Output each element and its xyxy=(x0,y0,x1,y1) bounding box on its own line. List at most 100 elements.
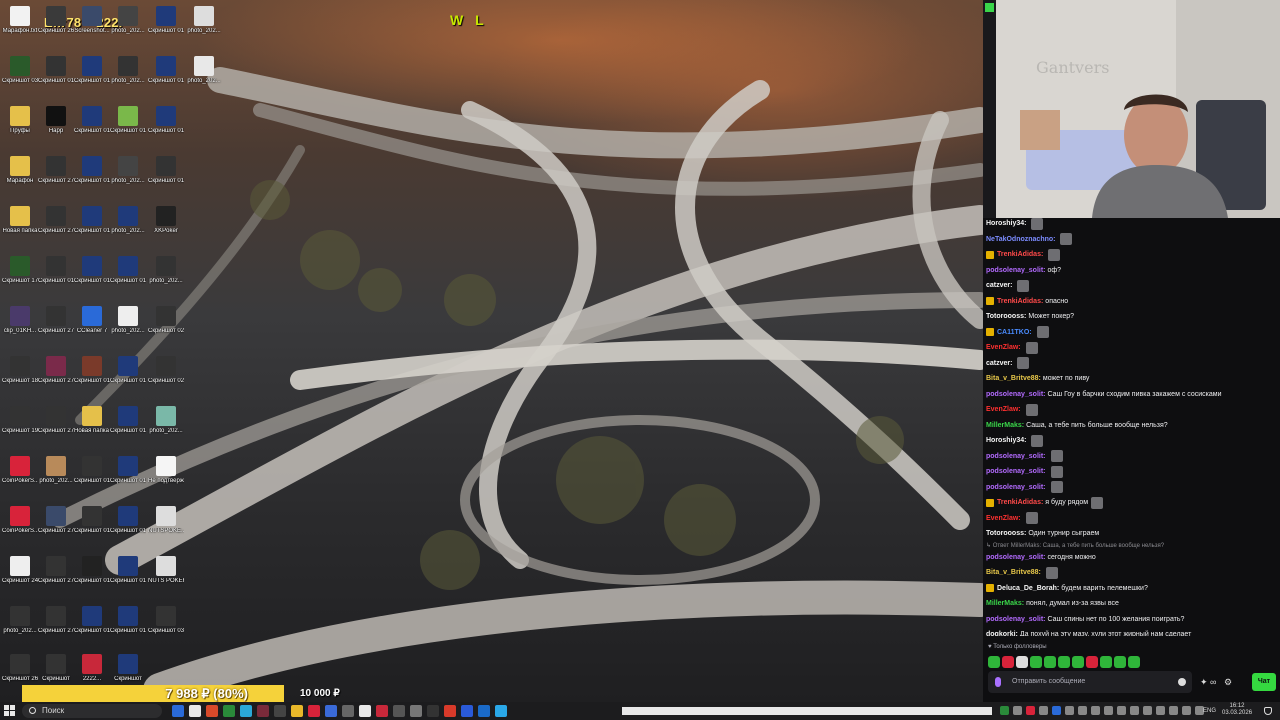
desktop-icon[interactable]: Скриншот 02-03-20... xyxy=(148,356,184,385)
chat-username[interactable]: podsolenay_solit: xyxy=(986,449,1046,465)
chat-username[interactable]: Horoshiy34: xyxy=(986,216,1026,232)
taskbar-app-icon[interactable] xyxy=(189,705,201,717)
taskbar-app-icon[interactable] xyxy=(325,705,337,717)
chat-username[interactable]: NeTakOdnoznachno: xyxy=(986,232,1055,248)
desktop-icon[interactable]: photo_202... xyxy=(110,206,146,235)
desktop-icon[interactable]: Скриншот 01-03-20... xyxy=(74,556,110,585)
desktop-icon[interactable]: CCleaner 7 xyxy=(74,306,110,335)
taskbar-clock[interactable]: 16:12 03.03.2026 xyxy=(1222,703,1252,717)
chat-username[interactable]: TrenkiAdidas: xyxy=(997,294,1043,310)
chat-username[interactable]: MillerMaks: xyxy=(986,418,1024,434)
taskbar-app-icon[interactable] xyxy=(172,705,184,717)
desktop-icon[interactable]: Скриншот 01-03-20... xyxy=(110,456,146,485)
desktop-icon[interactable]: Скриншот 27-02-20... xyxy=(38,556,74,585)
desktop-icon[interactable]: NUTS POKER xyxy=(148,556,184,585)
chat-username[interactable]: Bita_v_Britve88: xyxy=(986,371,1041,387)
microphone-icon[interactable] xyxy=(995,677,1001,687)
tray-icon[interactable] xyxy=(1091,706,1100,715)
send-chat-button[interactable]: Чат xyxy=(1252,673,1276,691)
desktop-icon[interactable]: Скриншот 01-03-20... xyxy=(148,156,184,185)
desktop-icon[interactable]: Happ xyxy=(38,106,74,135)
taskbar-app-icon[interactable] xyxy=(461,705,473,717)
desktop-icon[interactable]: Скриншот 18-02-20... xyxy=(2,356,38,385)
desktop-icon[interactable]: Скриншот xyxy=(110,654,146,683)
chat-username[interactable]: podsolenay_solit: xyxy=(986,550,1046,566)
tray-icon[interactable] xyxy=(1169,706,1178,715)
tray-icon[interactable] xyxy=(1156,706,1165,715)
tray-icon[interactable] xyxy=(1130,706,1139,715)
taskbar-app-icon[interactable] xyxy=(308,705,320,717)
taskbar-app-icon[interactable] xyxy=(291,705,303,717)
desktop-icon[interactable]: Скриншот 01-03-20... xyxy=(74,456,110,485)
desktop-icon[interactable]: 2222... xyxy=(74,654,110,683)
taskbar-app-icon[interactable] xyxy=(495,705,507,717)
emote-icon[interactable] xyxy=(1128,656,1140,668)
chat-tools-icons[interactable]: ✦ ∞ ⚙ xyxy=(1200,677,1232,688)
desktop-icon[interactable]: Скриншот 27-02-20... xyxy=(38,306,74,335)
desktop-icon[interactable]: Скриншот 01-03-20... xyxy=(38,56,74,85)
emote-icon[interactable] xyxy=(1002,656,1014,668)
desktop-icon[interactable]: Марафон xyxy=(2,156,38,185)
chat-username[interactable]: podsolenay_solit: xyxy=(986,464,1046,480)
chat-username[interactable]: dogkorki: xyxy=(986,627,1018,636)
desktop-icon[interactable]: Пруфы xyxy=(2,106,38,135)
taskbar-app-icon[interactable] xyxy=(359,705,371,717)
tray-icon[interactable] xyxy=(1065,706,1074,715)
desktop-icon[interactable]: Скриншот 01-03-20... xyxy=(74,156,110,185)
chat-username[interactable]: podsolenay_solit: xyxy=(986,263,1046,279)
emoji-picker-icon[interactable] xyxy=(1178,678,1186,686)
tray-icon[interactable] xyxy=(1026,706,1035,715)
tray-icon[interactable] xyxy=(1078,706,1087,715)
desktop-icon[interactable]: Скриншот 01-03-20... xyxy=(110,506,146,535)
input-language-indicator[interactable]: ENG xyxy=(1203,705,1216,717)
desktop-icon[interactable]: Скриншот 01-03-20... xyxy=(74,206,110,235)
desktop-icon[interactable]: Скриншот 01-03-20... xyxy=(74,506,110,535)
tray-icon[interactable] xyxy=(1182,706,1191,715)
desktop-icon[interactable]: Скриншот 17-02-20... xyxy=(2,256,38,285)
desktop-icon[interactable]: Скриншот 01-03-20... xyxy=(110,356,146,385)
taskbar-app-icon[interactable] xyxy=(444,705,456,717)
desktop-icon[interactable]: Скриншот xyxy=(38,654,74,683)
chat-username[interactable]: EvenZlaw: xyxy=(986,402,1021,418)
desktop-icon[interactable]: Скриншот 01-03-20... xyxy=(148,56,184,85)
taskbar-app-icon[interactable] xyxy=(376,705,388,717)
emote-icon[interactable] xyxy=(988,656,1000,668)
desktop-icon[interactable]: Скриншот 26-02 xyxy=(2,654,38,683)
chat-username[interactable]: catzver: xyxy=(986,356,1012,372)
desktop-icon[interactable]: Скриншот 27-02-20... xyxy=(38,406,74,435)
taskbar-app-icon[interactable] xyxy=(274,705,286,717)
desktop-icon[interactable]: Скриншот 01-03-20... xyxy=(110,406,146,435)
chat-message-input[interactable]: Отправить сообщение xyxy=(988,671,1192,693)
taskbar-app-icon[interactable] xyxy=(410,705,422,717)
taskbar-app-icon[interactable] xyxy=(223,705,235,717)
desktop-icon[interactable]: photo_202... xyxy=(186,6,222,35)
desktop-icon[interactable]: Скриншот 19-02-20... xyxy=(2,406,38,435)
emote-icon[interactable] xyxy=(1072,656,1084,668)
tray-icon[interactable] xyxy=(1143,706,1152,715)
desktop-icon[interactable]: Скриншот 01-03-20... xyxy=(74,56,110,85)
desktop-icon[interactable]: photo_202... xyxy=(110,6,146,35)
chat-username[interactable]: MillerMaks: xyxy=(986,596,1024,612)
taskbar-app-icon[interactable] xyxy=(257,705,269,717)
taskbar-app-icon[interactable] xyxy=(342,705,354,717)
desktop-icon[interactable]: Скриншот 03-03-20... xyxy=(2,56,38,85)
desktop-icon[interactable]: clip_01KH... xyxy=(2,306,38,335)
close-icon[interactable] xyxy=(985,3,994,12)
chat-username[interactable]: TrenkiAdidas: xyxy=(997,247,1043,263)
chat-username[interactable]: podsolenay_solit: xyxy=(986,612,1046,628)
tray-icon[interactable] xyxy=(1039,706,1048,715)
desktop-icon[interactable]: Скриншот 01-03-20... xyxy=(74,606,110,635)
desktop-icon[interactable]: photo_202... xyxy=(110,56,146,85)
desktop-icon[interactable]: Скриншот 27-02-20... xyxy=(38,506,74,535)
desktop-icon[interactable]: Марафон.txt xyxy=(2,6,38,35)
chat-username[interactable]: Totoroooss: xyxy=(986,309,1026,325)
chat-username[interactable]: TrenkiAdidas: xyxy=(997,495,1043,511)
desktop-icon[interactable]: CoinPokerS... xyxy=(2,456,38,485)
chat-username[interactable]: Deluca_De_Borah: xyxy=(997,581,1059,597)
desktop-icon[interactable]: Скриншот 01-03-20... xyxy=(74,256,110,285)
desktop-icon[interactable]: Скриншот 01-03-20... xyxy=(74,106,110,135)
chat-username[interactable]: catzver: xyxy=(986,278,1012,294)
tray-icon[interactable] xyxy=(1117,706,1126,715)
desktop-icon[interactable]: Новая папка (2) xyxy=(74,406,110,435)
emote-icon[interactable] xyxy=(1030,656,1042,668)
